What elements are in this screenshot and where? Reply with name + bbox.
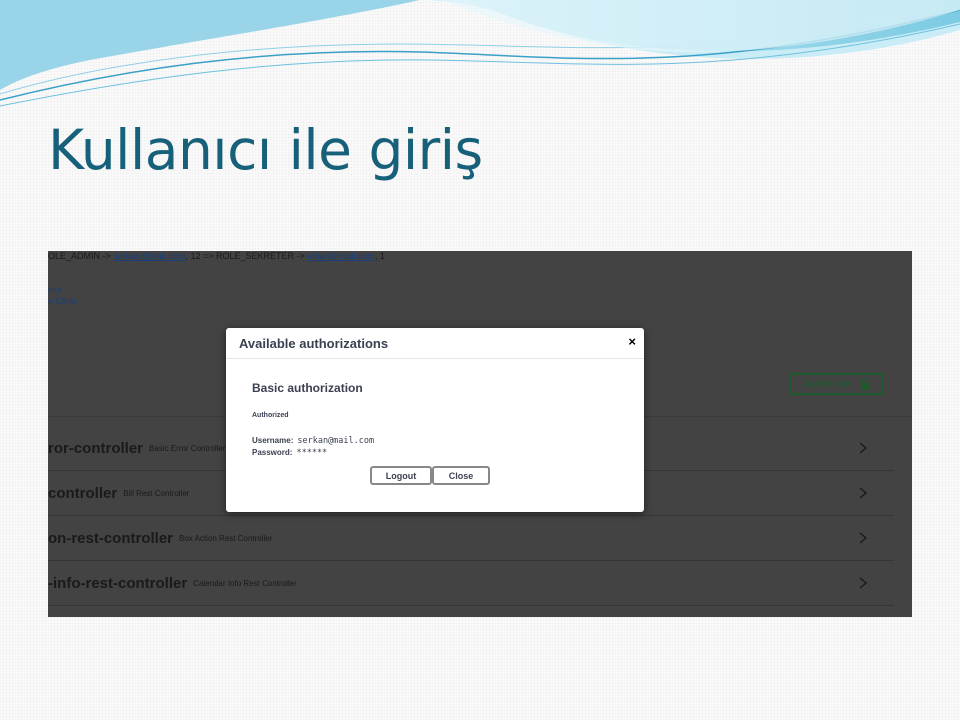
controller-name: on-rest-controller bbox=[48, 529, 174, 547]
logout-button[interactable]: Logout bbox=[370, 466, 432, 485]
roles-info-line: OLE_ADMIN -> serkan@mail.com, 12 => ROLE… bbox=[48, 251, 385, 261]
controller-description: Basic Error Controller bbox=[149, 443, 226, 453]
swagger-screenshot: OLE_ADMIN -> serkan@mail.com, 12 => ROLE… bbox=[48, 251, 912, 617]
roles-suffix: , 1 bbox=[374, 251, 385, 261]
controller-description: Bill Rest Controller bbox=[123, 488, 190, 498]
close-icon[interactable]: × bbox=[628, 334, 636, 349]
password-value: ****** bbox=[296, 448, 328, 458]
auth-status-label: Authorized bbox=[252, 412, 289, 419]
site-link[interactable]: site bbox=[48, 285, 62, 295]
chevron-right-icon[interactable] bbox=[856, 576, 870, 590]
authorize-label: Authorize bbox=[803, 378, 850, 390]
username-label: Username: bbox=[252, 436, 294, 445]
authorize-button[interactable]: Authorize bbox=[789, 373, 884, 395]
roles-middle: , 12 => ROLE_SEKRETER -> bbox=[185, 251, 308, 261]
password-label: Password: bbox=[252, 448, 293, 457]
controller-description: Box Action Rest Controller bbox=[179, 533, 273, 543]
username-row: Username: serkan@mail.com bbox=[252, 436, 374, 446]
modal-title: Available authorizations bbox=[239, 336, 389, 351]
slide-title: Kullanıcı ile giriş bbox=[48, 118, 483, 182]
close-button[interactable]: Close bbox=[432, 466, 490, 485]
auth-scheme-title: Basic authorization bbox=[252, 381, 363, 395]
controller-name: -info-rest-controller bbox=[48, 574, 188, 592]
username-value: serkan@mail.com bbox=[297, 436, 375, 446]
header-wave-decoration bbox=[0, 0, 960, 107]
user-email-link-2[interactable]: erkan@mail.com bbox=[307, 251, 375, 261]
controller-description: Calendar Info Rest Controller bbox=[193, 578, 297, 588]
chevron-right-icon[interactable] bbox=[856, 531, 870, 545]
chevron-right-icon[interactable] bbox=[856, 486, 870, 500]
controller-name: ror-controller bbox=[48, 439, 144, 457]
authorizations-modal: Available authorizations × Basic authori… bbox=[226, 328, 644, 512]
controller-row-box-action[interactable]: on-rest-controller Box Action Rest Contr… bbox=[48, 516, 894, 561]
clinic-link[interactable]: e Clinic bbox=[48, 296, 78, 306]
lock-icon bbox=[860, 378, 869, 390]
roles-prefix: OLE_ADMIN -> bbox=[48, 251, 114, 261]
chevron-right-icon[interactable] bbox=[856, 441, 870, 455]
controller-name: controller bbox=[48, 484, 118, 502]
user-email-link-1[interactable]: serkan@mail.com bbox=[113, 251, 185, 261]
modal-header: Available authorizations × bbox=[226, 328, 644, 359]
controller-row-calendar-info[interactable]: -info-rest-controller Calendar Info Rest… bbox=[48, 561, 894, 606]
password-row: Password: ****** bbox=[252, 448, 327, 458]
